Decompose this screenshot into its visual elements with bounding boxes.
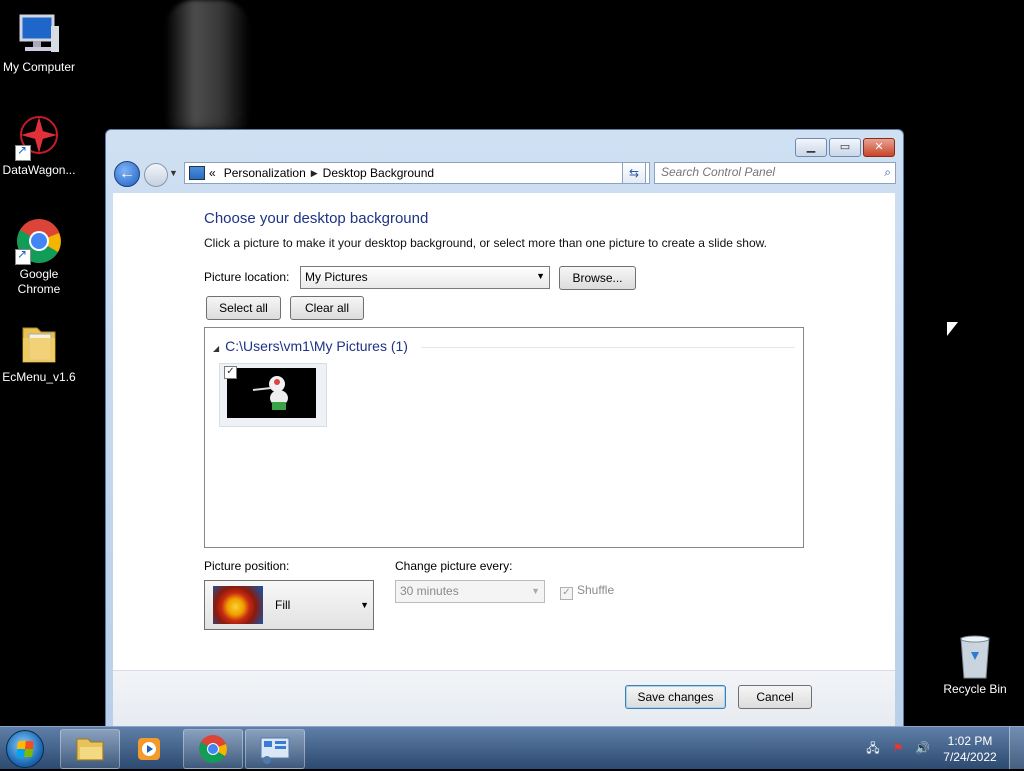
refresh-button[interactable]: ⇆: [622, 162, 646, 184]
search-icon[interactable]: ⌕: [884, 165, 891, 180]
shortcut-arrow-icon: [15, 143, 31, 161]
save-changes-button[interactable]: Save changes: [625, 685, 726, 709]
select-all-button[interactable]: Select all: [206, 296, 281, 320]
maximize-icon: ▭: [839, 141, 851, 153]
maximize-button[interactable]: ▭: [829, 138, 861, 157]
desktop-icon-label: My Computer: [2, 60, 76, 74]
start-button[interactable]: [6, 730, 44, 768]
dialog-footer: Save changes Cancel: [113, 670, 895, 728]
browse-button[interactable]: Browse...: [559, 266, 636, 290]
desktop-icon-my-computer[interactable]: My Computer: [0, 10, 78, 75]
collapse-triangle-icon: ◢: [213, 344, 220, 353]
minimize-icon: ▁: [806, 141, 816, 153]
desktop-icon-label: Google Chrome: [17, 267, 61, 296]
change-picture-label: Change picture every:: [395, 559, 513, 573]
control-panel-icon: [189, 166, 205, 180]
breadcrumb-desktop-background[interactable]: Desktop Background: [323, 166, 434, 180]
chevron-down-icon: ▼: [360, 600, 369, 610]
change-picture-value: 30 minutes: [400, 584, 459, 598]
network-icon[interactable]: 🖧: [866, 741, 880, 755]
content-area: Choose your desktop background Click a p…: [113, 193, 895, 670]
action-center-flag-icon[interactable]: ⚑: [891, 741, 905, 755]
computer-icon: [15, 10, 63, 58]
page-title: Choose your desktop background: [204, 210, 429, 227]
desktop-icon-label: Recycle Bin: [943, 682, 1007, 696]
taskbar-media-player-button[interactable]: [121, 729, 181, 769]
picture-gallery: ◢ C:\Users\vm1\My Pictures (1) ✓: [204, 327, 804, 548]
back-arrow-icon: ←: [119, 165, 135, 182]
recent-pages-dropdown[interactable]: ▼: [169, 168, 178, 178]
clock-time: 1:02 PM: [947, 734, 993, 748]
picture-location-dropdown[interactable]: My Pictures ▼: [300, 266, 550, 289]
chevron-down-icon: ▼: [536, 271, 545, 281]
system-clock[interactable]: 1:02 PM 7/24/2022: [940, 733, 1000, 765]
control-panel-icon: [260, 737, 290, 764]
taskbar-explorer-button[interactable]: [60, 729, 120, 769]
picture-position-label: Picture position:: [204, 559, 290, 573]
change-picture-dropdown[interactable]: 30 minutes ▼: [395, 580, 545, 603]
picture-thumbnail-item[interactable]: ✓: [219, 363, 327, 427]
close-button[interactable]: ✕: [863, 138, 895, 157]
desktop-icon-google-chrome[interactable]: Google Chrome: [0, 217, 78, 297]
desktop-icon-recycle-bin[interactable]: Recycle Bin: [936, 632, 1014, 697]
shuffle-checkbox[interactable]: ✓ Shuffle: [560, 583, 614, 600]
cancel-button[interactable]: Cancel: [738, 685, 812, 709]
wallpaper-figure: [165, 0, 250, 130]
group-divider: [421, 347, 795, 348]
close-icon: ✕: [874, 141, 884, 153]
window-controls: ▁ ▭ ✕: [793, 138, 895, 157]
shuffle-label: Shuffle: [577, 583, 615, 597]
recycle-bin-icon: [951, 632, 999, 680]
gallery-group-header[interactable]: ◢ C:\Users\vm1\My Pictures (1): [213, 338, 408, 354]
picture-location-value: My Pictures: [305, 270, 368, 284]
desktop-icon-datawagon[interactable]: DataWagon...: [0, 113, 78, 178]
volume-icon[interactable]: 🔊: [915, 741, 930, 755]
datawagon-icon: [15, 113, 63, 161]
thumbnail-checkbox[interactable]: ✓: [224, 366, 237, 379]
refresh-icon: ⇆: [628, 166, 640, 180]
desktop-background-window: ▁ ▭ ✕ ← ▼ « Personalization ▶ Desktop Ba…: [105, 129, 904, 728]
shortcut-arrow-icon: [15, 247, 31, 265]
forward-button[interactable]: [144, 163, 168, 187]
chrome-icon: [199, 735, 227, 763]
clear-all-button[interactable]: Clear all: [290, 296, 364, 320]
taskbar-control-panel-button[interactable]: [245, 729, 305, 769]
media-player-icon: [138, 738, 160, 760]
picture-position-value: Fill: [275, 598, 291, 612]
taskbar-chrome-button[interactable]: [183, 729, 243, 769]
taskbar: 🖧 ⚑ 🔊 1:02 PM 7/24/2022: [0, 726, 1024, 769]
desktop-icon-ecmenu[interactable]: EcMenu_v1.6: [0, 320, 78, 385]
gallery-group-title: C:\Users\vm1\My Pictures (1): [225, 338, 408, 354]
windows-logo-icon: [16, 741, 34, 757]
address-bar[interactable]: « Personalization ▶ Desktop Background ▼: [184, 162, 650, 184]
back-button[interactable]: ←: [114, 161, 140, 187]
chrome-icon: [15, 217, 63, 265]
show-desktop-button[interactable]: [1009, 727, 1024, 769]
flower-preview-icon: [213, 586, 263, 624]
address-overflow[interactable]: «: [209, 166, 216, 180]
picture-thumbnail[interactable]: [227, 368, 316, 418]
breadcrumb-arrow-icon[interactable]: ▶: [311, 168, 318, 179]
chevron-down-icon: ▼: [531, 586, 540, 596]
breadcrumb-personalization[interactable]: Personalization: [224, 166, 306, 180]
search-box[interactable]: ⌕: [654, 162, 896, 184]
desktop-icon-label: DataWagon...: [2, 163, 76, 177]
clock-date: 7/24/2022: [943, 750, 997, 764]
picture-location-label: Picture location:: [204, 270, 290, 284]
file-explorer-icon: [76, 738, 104, 761]
shuffle-check-icon: ✓: [560, 587, 573, 600]
search-input[interactable]: [655, 163, 871, 181]
navigation-bar: ← ▼ « Personalization ▶ Desktop Backgrou…: [114, 161, 896, 187]
desktop-icon-label: EcMenu_v1.6: [2, 370, 76, 384]
folder-icon: [15, 320, 63, 368]
page-description: Click a picture to make it your desktop …: [204, 236, 767, 250]
picture-position-dropdown[interactable]: Fill ▼: [204, 580, 374, 630]
mouse-pointer-icon: [947, 322, 958, 336]
minimize-button[interactable]: ▁: [795, 138, 827, 157]
